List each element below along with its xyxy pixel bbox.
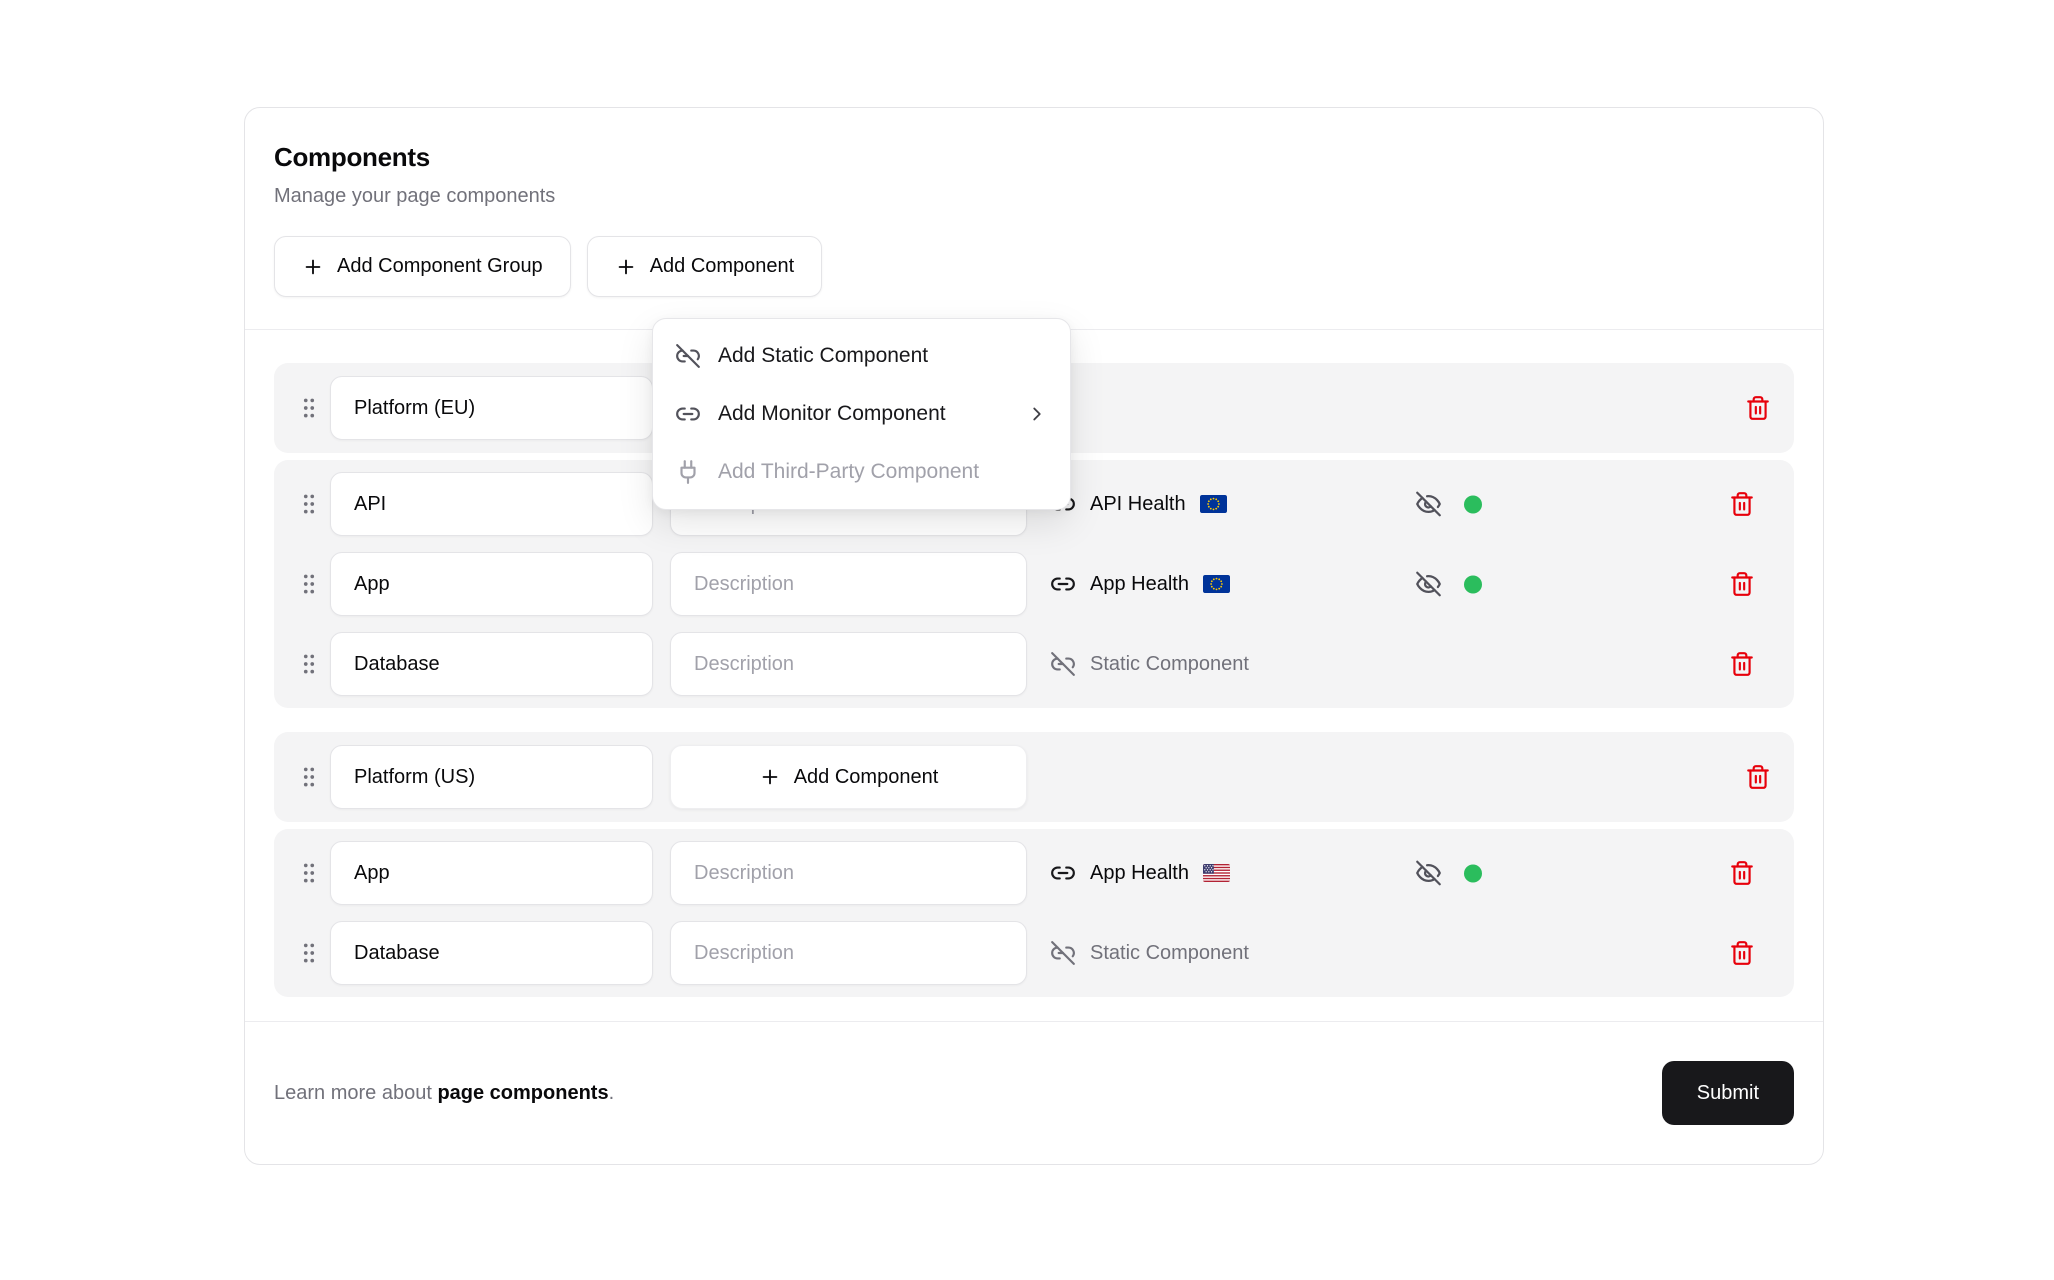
component-row: App Health — [290, 552, 1778, 616]
plus-icon — [302, 256, 324, 278]
menu-item-label: Add Static Component — [718, 344, 928, 368]
drag-handle-icon[interactable] — [296, 487, 322, 521]
eu-flag-icon — [1200, 495, 1227, 513]
eye-off-icon[interactable] — [1415, 571, 1442, 598]
add-component-group-button[interactable]: Add Component Group — [274, 236, 571, 297]
trash-icon — [1745, 764, 1771, 790]
status-cluster — [1415, 491, 1482, 518]
status-dot — [1464, 495, 1482, 513]
component-row: App Health — [290, 841, 1778, 905]
eu-flag-icon — [1203, 575, 1230, 593]
static-cell: Static Component — [1050, 651, 1249, 677]
page-title: Components — [274, 142, 1794, 173]
component-name-input[interactable] — [330, 921, 653, 985]
trash-icon — [1729, 651, 1755, 677]
unlink-icon — [675, 343, 701, 369]
component-name-input[interactable] — [330, 841, 653, 905]
trash-icon — [1729, 491, 1755, 517]
delete-component-button[interactable] — [1729, 491, 1755, 517]
component-group-header: Add Component — [274, 732, 1794, 822]
page-components-link[interactable]: page components — [437, 1082, 608, 1104]
delete-component-button[interactable] — [1729, 940, 1755, 966]
component-row: Static Component — [290, 921, 1778, 985]
toolbar: Add Component Group Add Component — [274, 236, 1794, 329]
component-group-body: App Health — [274, 829, 1794, 997]
unlink-icon — [1050, 940, 1076, 966]
monitor-cell: API Health — [1050, 491, 1227, 517]
card-footer: Learn more about page components. Submit — [245, 1021, 1823, 1164]
unlink-icon — [1050, 651, 1076, 677]
footer-text-prefix: Learn more about — [274, 1082, 437, 1104]
monitor-name: App Health — [1090, 862, 1189, 885]
static-component-label: Static Component — [1090, 942, 1249, 965]
group-name-input[interactable] — [330, 376, 653, 440]
footer-text: Learn more about page components. — [274, 1082, 614, 1105]
card-header: Components Manage your page components A… — [245, 108, 1823, 329]
chevron-right-icon — [1026, 403, 1048, 425]
drag-handle-icon[interactable] — [296, 647, 322, 681]
component-description-input[interactable] — [670, 552, 1027, 616]
drag-handle-icon[interactable] — [296, 567, 322, 601]
menu-item[interactable]: Add Monitor Component — [661, 385, 1062, 443]
add-component-menu: Add Static Component Add Monitor Compone… — [652, 318, 1071, 510]
menu-item: Add Third-Party Component — [661, 443, 1062, 501]
drag-handle-icon[interactable] — [296, 760, 322, 794]
delete-component-button[interactable] — [1729, 651, 1755, 677]
plug-icon — [675, 459, 701, 485]
delete-group-button[interactable] — [1745, 764, 1771, 790]
plus-icon — [759, 766, 781, 788]
component-name-input[interactable] — [330, 552, 653, 616]
trash-icon — [1729, 860, 1755, 886]
monitor-name: App Health — [1090, 573, 1189, 596]
us-flag-icon — [1203, 864, 1230, 882]
component-group: Add Component App Health — [274, 732, 1794, 997]
static-component-label: Static Component — [1090, 653, 1249, 676]
component-description-input[interactable] — [670, 632, 1027, 696]
group-name-input[interactable] — [330, 745, 653, 809]
trash-icon — [1729, 571, 1755, 597]
plus-icon — [615, 256, 637, 278]
components-card: Components Manage your page components A… — [244, 107, 1824, 1165]
static-cell: Static Component — [1050, 940, 1249, 966]
delete-component-button[interactable] — [1729, 571, 1755, 597]
status-dot — [1464, 575, 1482, 593]
link-icon — [1050, 571, 1076, 597]
menu-item-label: Add Monitor Component — [718, 402, 946, 426]
delete-group-button[interactable] — [1745, 395, 1771, 421]
add-component-button[interactable]: Add Component — [587, 236, 823, 297]
link-icon — [675, 401, 701, 427]
drag-handle-icon[interactable] — [296, 391, 322, 425]
delete-component-button[interactable] — [1729, 860, 1755, 886]
component-name-input[interactable] — [330, 472, 653, 536]
monitor-cell: App Health — [1050, 571, 1230, 597]
monitor-name: API Health — [1090, 493, 1186, 516]
group-add-component-button[interactable]: Add Component — [670, 745, 1027, 809]
eye-off-icon[interactable] — [1415, 491, 1442, 518]
component-description-input[interactable] — [670, 841, 1027, 905]
menu-item-label: Add Third-Party Component — [718, 460, 979, 484]
submit-button[interactable]: Submit — [1662, 1061, 1794, 1125]
group-add-component-label: Add Component — [794, 766, 939, 789]
drag-handle-icon[interactable] — [296, 936, 322, 970]
link-icon — [1050, 860, 1076, 886]
drag-handle-icon[interactable] — [296, 856, 322, 890]
menu-item[interactable]: Add Static Component — [661, 327, 1062, 385]
page-subtitle: Manage your page components — [274, 185, 1794, 208]
status-dot — [1464, 864, 1482, 882]
status-cluster — [1415, 860, 1482, 887]
monitor-cell: App Health — [1050, 860, 1230, 886]
add-component-label: Add Component — [650, 255, 795, 278]
component-name-input[interactable] — [330, 632, 653, 696]
footer-text-suffix: . — [609, 1082, 615, 1104]
trash-icon — [1729, 940, 1755, 966]
status-cluster — [1415, 571, 1482, 598]
trash-icon — [1745, 395, 1771, 421]
component-row: Static Component — [290, 632, 1778, 696]
eye-off-icon[interactable] — [1415, 860, 1442, 887]
add-component-group-label: Add Component Group — [337, 255, 543, 278]
component-description-input[interactable] — [670, 921, 1027, 985]
